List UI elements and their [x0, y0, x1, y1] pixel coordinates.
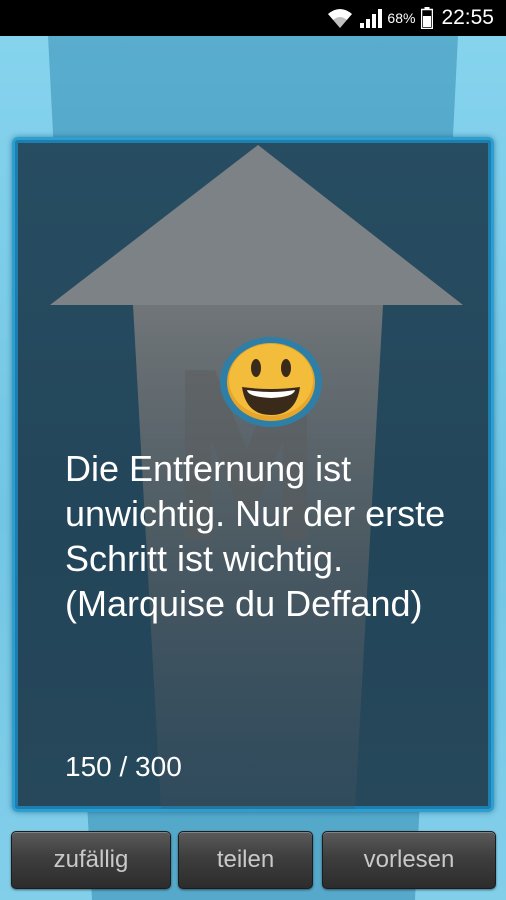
- quote-counter: 150 / 300: [65, 751, 182, 782]
- read-aloud-button[interactable]: vorlesen: [322, 831, 496, 889]
- quote-text: Die Entfernung ist unwichtig. Nur der er…: [65, 448, 446, 624]
- battery-percent: 68%: [387, 10, 416, 26]
- signal-icon: [359, 7, 383, 29]
- share-button[interactable]: teilen: [178, 831, 313, 889]
- status-bar: 68% 22:55: [0, 0, 506, 36]
- quote-card[interactable]: Die Entfernung ist unwichtig. Nur der er…: [12, 137, 494, 812]
- smiley-icon: [220, 337, 322, 427]
- battery-icon: [421, 7, 434, 29]
- clock: 22:55: [441, 6, 494, 29]
- random-button[interactable]: zufällig: [11, 831, 171, 889]
- wifi-icon: [327, 6, 353, 30]
